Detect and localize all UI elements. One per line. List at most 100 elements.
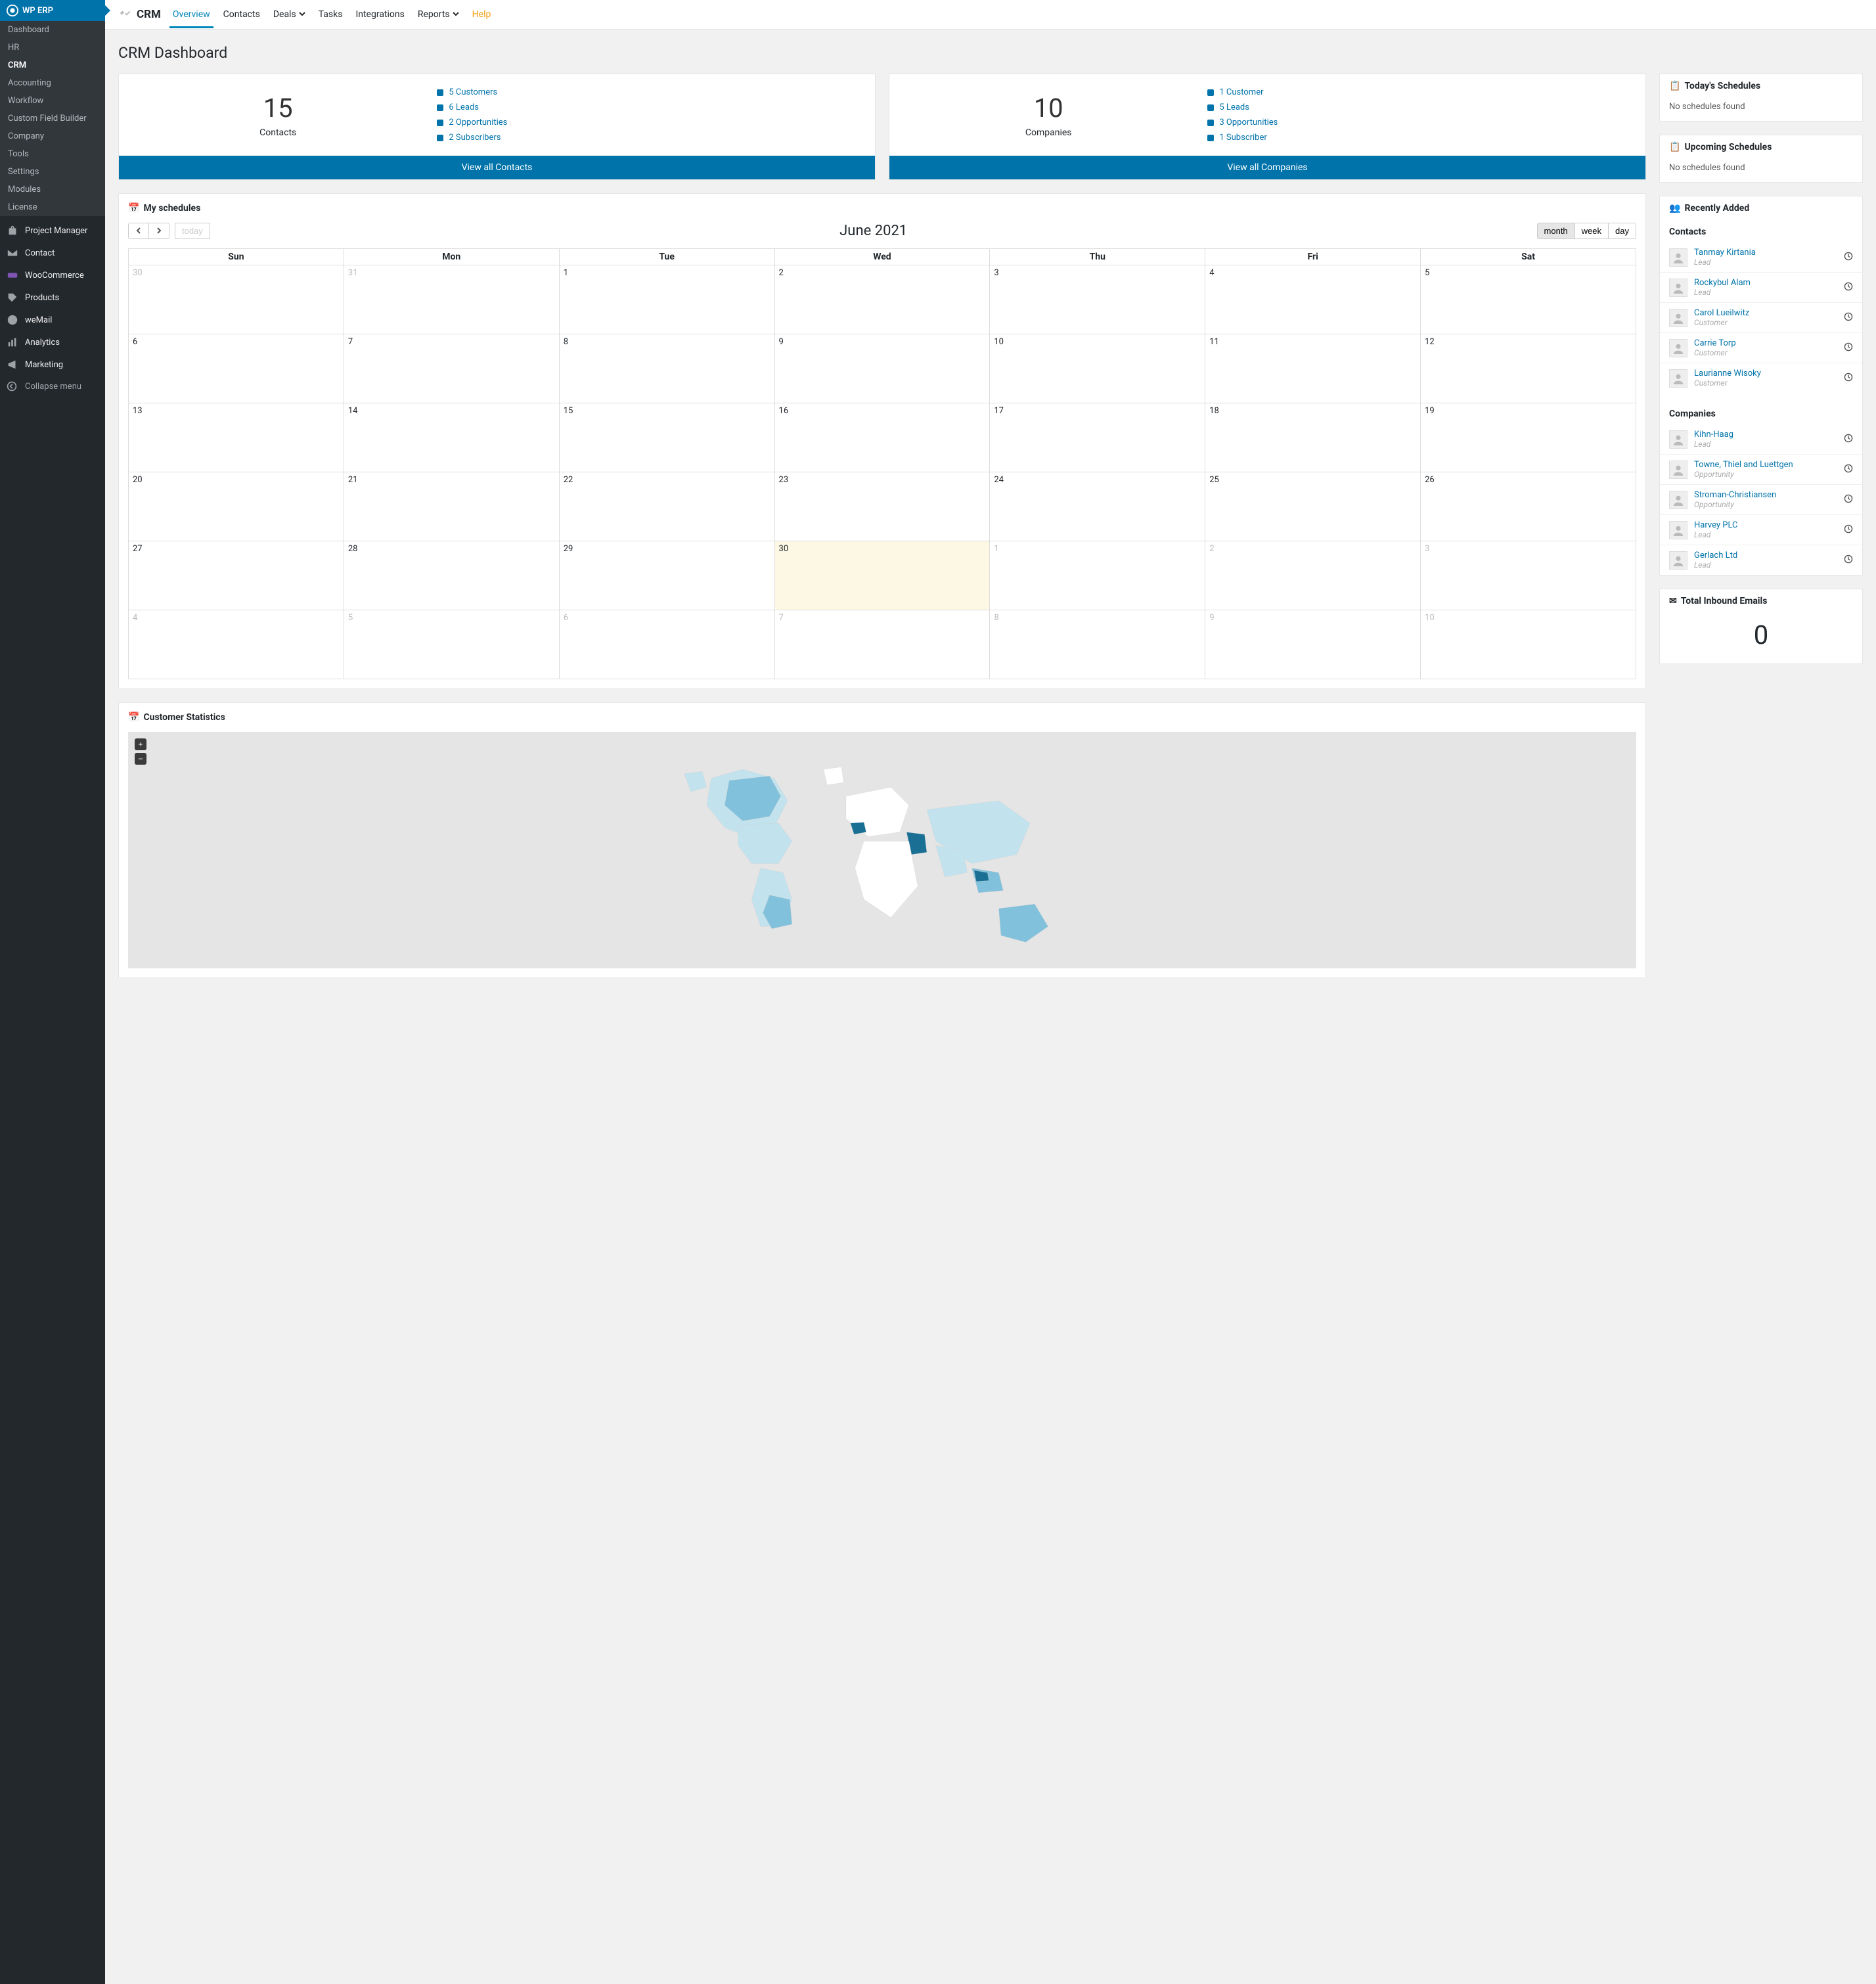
recent-contact-item[interactable]: Carrie TorpCustomer	[1660, 333, 1862, 363]
calendar-cell[interactable]: 5	[344, 610, 559, 679]
calendar-cell[interactable]: 6	[559, 610, 774, 679]
world-map[interactable]: + −	[128, 732, 1636, 968]
calendar-cell[interactable]: 4	[129, 610, 344, 679]
recent-company-item[interactable]: Towne, Thiel and LuettgenOpportunity	[1660, 455, 1862, 485]
collapse-menu[interactable]: Collapse menu	[0, 376, 105, 397]
sidebar-sub-custom-field-builder[interactable]: Custom Field Builder	[0, 110, 105, 127]
calendar-cell[interactable]: 4	[1205, 265, 1421, 334]
calendar-cell[interactable]: 14	[344, 403, 559, 472]
stats-link[interactable]: 2 Subscribers	[437, 133, 862, 143]
stats-link[interactable]: 1 Subscriber	[1207, 133, 1632, 143]
nav-help[interactable]: Help	[472, 1, 491, 28]
calendar-cell[interactable]: 30	[129, 265, 344, 334]
sidebar-sub-license[interactable]: License	[0, 198, 105, 216]
sidebar-item-wemail[interactable]: weMail	[0, 309, 105, 331]
calendar-cell[interactable]: 22	[559, 472, 774, 541]
calendar-cell[interactable]: 24	[990, 472, 1205, 541]
stats-link[interactable]: 5 Customers	[437, 87, 862, 97]
calendar-cell[interactable]: 8	[559, 334, 774, 403]
map-zoom-in-button[interactable]: +	[135, 738, 146, 750]
recent-company-item[interactable]: Kihn-HaagLead	[1660, 424, 1862, 455]
nav-overview[interactable]: Overview	[173, 1, 210, 28]
sidebar-item-analytics[interactable]: Analytics	[0, 331, 105, 353]
nav-deals[interactable]: Deals	[273, 1, 305, 28]
nav-reports[interactable]: Reports	[418, 1, 459, 28]
view-all-companies-button[interactable]: View all Companies	[889, 156, 1645, 179]
calendar-cell[interactable]: 15	[559, 403, 774, 472]
calendar-cell[interactable]: 13	[129, 403, 344, 472]
calendar-cell[interactable]: 9	[1205, 610, 1421, 679]
calendar-cell[interactable]: 1	[559, 265, 774, 334]
sidebar-sub-modules[interactable]: Modules	[0, 181, 105, 198]
calendar-cell[interactable]: 25	[1205, 472, 1421, 541]
recent-contact-item[interactable]: Carol LueilwitzCustomer	[1660, 303, 1862, 333]
calendar-cell[interactable]: 10	[990, 334, 1205, 403]
recent-contact-item[interactable]: Tanmay KirtaniaLead	[1660, 242, 1862, 273]
sidebar-brand[interactable]: WP ERP	[0, 0, 105, 21]
calendar-today-button[interactable]: today	[175, 223, 210, 239]
calendar-cell[interactable]: 16	[774, 403, 990, 472]
calendar-cell[interactable]: 5	[1421, 265, 1636, 334]
sidebar-sub-settings[interactable]: Settings	[0, 163, 105, 181]
stats-link[interactable]: 2 Opportunities	[437, 118, 862, 127]
calendar-cell[interactable]: 12	[1421, 334, 1636, 403]
calendar-cell[interactable]: 7	[774, 610, 990, 679]
calendar-cell[interactable]: 23	[774, 472, 990, 541]
stats-link[interactable]: 1 Customer	[1207, 87, 1632, 97]
calendar-cell[interactable]: 9	[774, 334, 990, 403]
calendar-cell[interactable]: 31	[344, 265, 559, 334]
nav-contacts[interactable]: Contacts	[223, 1, 260, 28]
calendar-cell[interactable]: 27	[129, 541, 344, 610]
mail-icon: ✉	[1669, 596, 1677, 606]
recent-company-item[interactable]: Stroman-ChristiansenOpportunity	[1660, 485, 1862, 515]
calendar-cell[interactable]: 19	[1421, 403, 1636, 472]
calendar-cell[interactable]: 2	[774, 265, 990, 334]
calendar-cell[interactable]: 17	[990, 403, 1205, 472]
calendar-cell[interactable]: 10	[1421, 610, 1636, 679]
square-icon	[437, 135, 443, 141]
nav-tasks[interactable]: Tasks	[319, 1, 343, 28]
sidebar-sub-workflow[interactable]: Workflow	[0, 92, 105, 110]
calendar-cell[interactable]: 30	[774, 541, 990, 610]
sidebar-sub-dashboard[interactable]: Dashboard	[0, 21, 105, 39]
calendar-view-day[interactable]: day	[1608, 223, 1636, 239]
stats-link[interactable]: 6 Leads	[437, 102, 862, 112]
map-zoom-out-button[interactable]: −	[135, 753, 146, 765]
recent-company-item[interactable]: Gerlach LtdLead	[1660, 545, 1862, 575]
calendar-cell[interactable]: 6	[129, 334, 344, 403]
calendar-cell[interactable]: 21	[344, 472, 559, 541]
calendar-next-button[interactable]	[148, 223, 169, 239]
calendar-view-month[interactable]: month	[1537, 223, 1575, 239]
stats-link[interactable]: 3 Opportunities	[1207, 118, 1632, 127]
sidebar-item-products[interactable]: Products	[0, 286, 105, 309]
calendar-cell[interactable]: 1	[990, 541, 1205, 610]
nav-integrations[interactable]: Integrations	[355, 1, 404, 28]
calendar-cell[interactable]: 3	[1421, 541, 1636, 610]
calendar-cell[interactable]: 7	[344, 334, 559, 403]
sidebar-sub-accounting[interactable]: Accounting	[0, 74, 105, 92]
recent-contact-item[interactable]: Rockybul AlamLead	[1660, 273, 1862, 303]
calendar-cell[interactable]: 11	[1205, 334, 1421, 403]
calendar-view-week[interactable]: week	[1574, 223, 1609, 239]
calendar-prev-button[interactable]	[128, 223, 149, 239]
sidebar-sub-crm[interactable]: CRM	[0, 56, 105, 74]
stats-link[interactable]: 5 Leads	[1207, 102, 1632, 112]
sidebar-item-woocommerce[interactable]: WooCommerce	[0, 264, 105, 286]
sidebar-sub-tools[interactable]: Tools	[0, 145, 105, 163]
view-all-contacts-button[interactable]: View all Contacts	[119, 156, 875, 179]
calendar-cell[interactable]: 8	[990, 610, 1205, 679]
calendar-cell[interactable]: 18	[1205, 403, 1421, 472]
sidebar-item-project-manager[interactable]: Project Manager	[0, 219, 105, 242]
sidebar-item-marketing[interactable]: Marketing	[0, 353, 105, 376]
calendar-cell[interactable]: 26	[1421, 472, 1636, 541]
sidebar-sub-company[interactable]: Company	[0, 127, 105, 145]
calendar-cell[interactable]: 20	[129, 472, 344, 541]
calendar-cell[interactable]: 2	[1205, 541, 1421, 610]
calendar-cell[interactable]: 28	[344, 541, 559, 610]
recent-contact-item[interactable]: Laurianne WisokyCustomer	[1660, 363, 1862, 393]
sidebar-item-contact[interactable]: Contact	[0, 242, 105, 264]
recent-company-item[interactable]: Harvey PLCLead	[1660, 515, 1862, 545]
calendar-cell[interactable]: 3	[990, 265, 1205, 334]
sidebar-sub-hr[interactable]: HR	[0, 39, 105, 56]
calendar-cell[interactable]: 29	[559, 541, 774, 610]
